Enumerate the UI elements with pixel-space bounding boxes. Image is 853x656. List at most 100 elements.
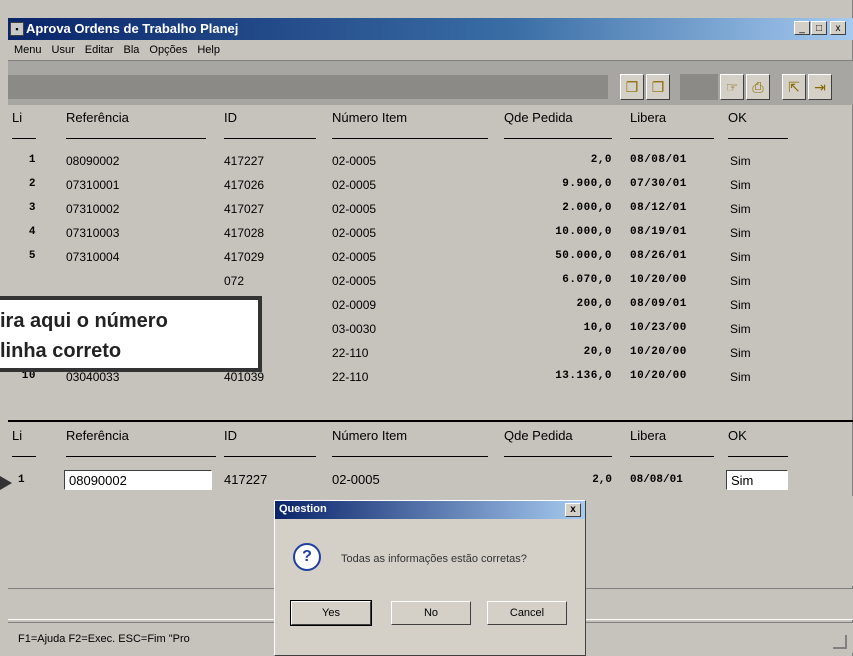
- divider: [224, 456, 316, 457]
- copy-icon[interactable]: ❐: [620, 74, 644, 100]
- cell-libera: 07/30/01: [630, 178, 687, 190]
- cell-numero-item: 22-110: [332, 370, 369, 384]
- cell-libera: 10/23/00: [630, 322, 687, 334]
- minimize-button[interactable]: _: [794, 21, 810, 35]
- resize-grip-icon[interactable]: [833, 635, 847, 649]
- yes-button[interactable]: Yes: [290, 600, 372, 626]
- table-row[interactable]: 2 07310001 417026 02-0005 9.900,0 07/30/01 Sim: [8, 176, 853, 196]
- divider: [66, 456, 216, 457]
- cell-numero-item: 02-0005: [332, 178, 377, 192]
- cell-libera: 08/19/01: [630, 226, 687, 238]
- cell-numero-item: 22-110: [332, 346, 369, 360]
- col-libera: Libera: [630, 428, 667, 443]
- edit-row: 1 08090002 417227 02-0005 2,0 08/08/01 S…: [8, 468, 853, 494]
- cell-ok: Sim: [730, 226, 751, 240]
- col-ok: OK: [728, 428, 747, 443]
- status-text: F1=Ajuda F2=Exec. ESC=Fim "Pro: [18, 633, 190, 645]
- toolbar-field: [8, 75, 608, 99]
- cell-referencia: 07310003: [66, 226, 120, 240]
- divider: [224, 138, 316, 139]
- title-bar[interactable]: ▪ Aprova Ordens de Trabalho Planej _ □ x: [8, 18, 853, 40]
- cell-numero-item: 02-0009: [332, 298, 377, 312]
- col-qde-pedida: Qde Pedida: [504, 110, 573, 125]
- col-qde-pedida: Qde Pedida: [504, 428, 573, 443]
- menu-item-opcoes[interactable]: Opções: [149, 40, 187, 60]
- cancel-button[interactable]: Cancel: [487, 601, 567, 625]
- divider: [332, 456, 488, 457]
- col-li: Li: [12, 428, 23, 443]
- cell-li: 2: [28, 178, 36, 190]
- cell-numero-item: 03-0030: [332, 322, 377, 336]
- divider: [630, 456, 714, 457]
- cell-numero-item: 02-0005: [332, 226, 377, 240]
- cell-id: 417026: [224, 178, 265, 192]
- edit-item: 02-0005: [332, 472, 380, 487]
- close-button[interactable]: x: [830, 21, 846, 35]
- cell-libera: 10/20/00: [630, 274, 687, 286]
- menu-item-menu[interactable]: Menu: [14, 40, 42, 60]
- referencia-input[interactable]: 08090002: [64, 470, 212, 490]
- cell-qde-pedida: 9.900,0: [562, 178, 612, 190]
- col-numero-item: Número Item: [332, 428, 408, 443]
- maximize-button[interactable]: □: [811, 21, 827, 35]
- ok-input[interactable]: Sim: [726, 470, 788, 490]
- cell-qde-pedida: 200,0: [576, 298, 612, 310]
- menu-item-help[interactable]: Help: [197, 40, 220, 60]
- divider: [332, 138, 488, 139]
- cell-id: 417027: [224, 202, 265, 216]
- menu-item-editar[interactable]: Editar: [85, 40, 114, 60]
- cell-referencia: 07310004: [66, 250, 120, 264]
- cell-qde-pedida: 2,0: [590, 154, 612, 166]
- cell-ok: Sim: [730, 370, 751, 384]
- window-title: Aprova Ordens de Trabalho Planej: [26, 21, 239, 36]
- dialog-title-bar[interactable]: Question x: [275, 501, 585, 519]
- divider: [728, 456, 788, 457]
- dialog-title: Question: [279, 503, 327, 515]
- toolbar: ❐ ❐ ☞ ⎙ ⇱ ⇥: [8, 60, 853, 105]
- col-id: ID: [224, 110, 237, 125]
- cell-id: 401039: [224, 370, 265, 384]
- cell-ok: Sim: [730, 322, 751, 336]
- menu-item-bla[interactable]: Bla: [124, 40, 140, 60]
- col-li: Li: [12, 110, 23, 125]
- no-button[interactable]: No: [391, 601, 471, 625]
- app-icon: ▪: [10, 22, 24, 36]
- cell-qde-pedida: 50.000,0: [555, 250, 612, 262]
- col-referencia: Referência: [66, 428, 129, 443]
- find-icon[interactable]: ☞: [720, 74, 744, 100]
- cell-ok: Sim: [730, 250, 751, 264]
- cell-id: 417028: [224, 226, 265, 240]
- edit-id: 417227: [224, 472, 268, 487]
- cell-li: 4: [28, 226, 36, 238]
- table-row[interactable]: 4 07310003 417028 02-0005 10.000,0 08/19/01 Si…: [8, 224, 853, 244]
- divider: [12, 456, 36, 457]
- paste-icon[interactable]: ❐: [646, 74, 670, 100]
- cell-ok: Sim: [730, 202, 751, 216]
- table-row[interactable]: 072 02-0005 6.070,0 10/20/00 Sim: [8, 272, 853, 292]
- cell-ok: Sim: [730, 154, 751, 168]
- cell-libera: 08/08/01: [630, 154, 687, 166]
- question-dialog: Question x ? Todas as informações estão …: [274, 500, 586, 656]
- col-numero-item: Número Item: [332, 110, 408, 125]
- table-row[interactable]: 3 07310002 417027 02-0005 2.000,0 08/12/01 Sim: [8, 200, 853, 220]
- edit-header: Li Referência ID Número Item Qde Pedida …: [8, 424, 853, 464]
- cell-referencia: 03040033: [66, 370, 120, 384]
- callout-box: ira aqui o número linha correto: [0, 296, 262, 372]
- cell-qde-pedida: 20,0: [583, 346, 612, 358]
- callout-line-1: ira aqui o número: [0, 310, 168, 332]
- col-libera: Libera: [630, 110, 667, 125]
- table-row[interactable]: 1 08090002 417227 02-0005 2,0 08/08/01 Sim: [8, 152, 853, 172]
- cell-libera: 10/20/00: [630, 370, 687, 382]
- table-row[interactable]: 5 07310004 417029 02-0005 50.000,0 08/26/01 Si…: [8, 248, 853, 268]
- cell-qde-pedida: 10,0: [583, 322, 612, 334]
- divider: [728, 138, 788, 139]
- cell-li: 5: [28, 250, 36, 262]
- dialog-close-button[interactable]: x: [565, 503, 581, 517]
- exit-icon[interactable]: ⇥: [808, 74, 832, 100]
- print-icon[interactable]: ⎙: [746, 74, 770, 100]
- divider: [504, 138, 612, 139]
- referencia-value: 08090002: [69, 473, 127, 488]
- menu-item-usur[interactable]: Usur: [52, 40, 75, 60]
- export-icon[interactable]: ⇱: [782, 74, 806, 100]
- cell-numero-item: 02-0005: [332, 154, 377, 168]
